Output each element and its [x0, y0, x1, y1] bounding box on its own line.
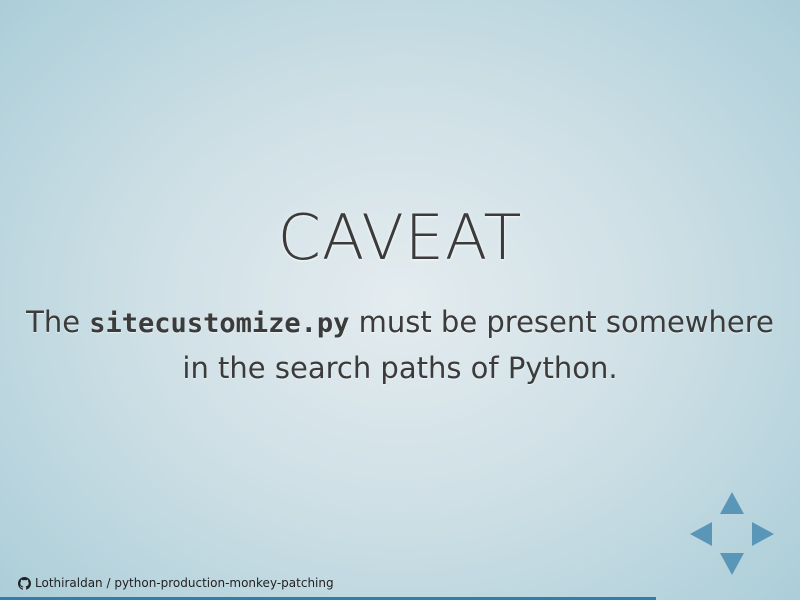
nav-right-arrow-icon[interactable]: [752, 522, 774, 546]
repo-label: Lothiraldan / python-production-monkey-p…: [35, 576, 334, 590]
nav-left-arrow-icon[interactable]: [690, 522, 712, 546]
slide-body: The sitecustomize.py must be present som…: [20, 300, 780, 390]
inline-code: sitecustomize.py: [89, 308, 350, 339]
repo-link[interactable]: Lothiraldan / python-production-monkey-p…: [18, 576, 334, 590]
body-text-before: The: [26, 305, 90, 339]
nav-down-arrow-icon[interactable]: [720, 553, 744, 575]
slide-title: CAVEAT: [277, 201, 523, 274]
slide: CAVEAT The sitecustomize.py must be pres…: [0, 0, 800, 600]
github-icon: [18, 576, 31, 590]
navigation-controls: [688, 490, 778, 578]
nav-up-arrow-icon[interactable]: [720, 492, 744, 514]
